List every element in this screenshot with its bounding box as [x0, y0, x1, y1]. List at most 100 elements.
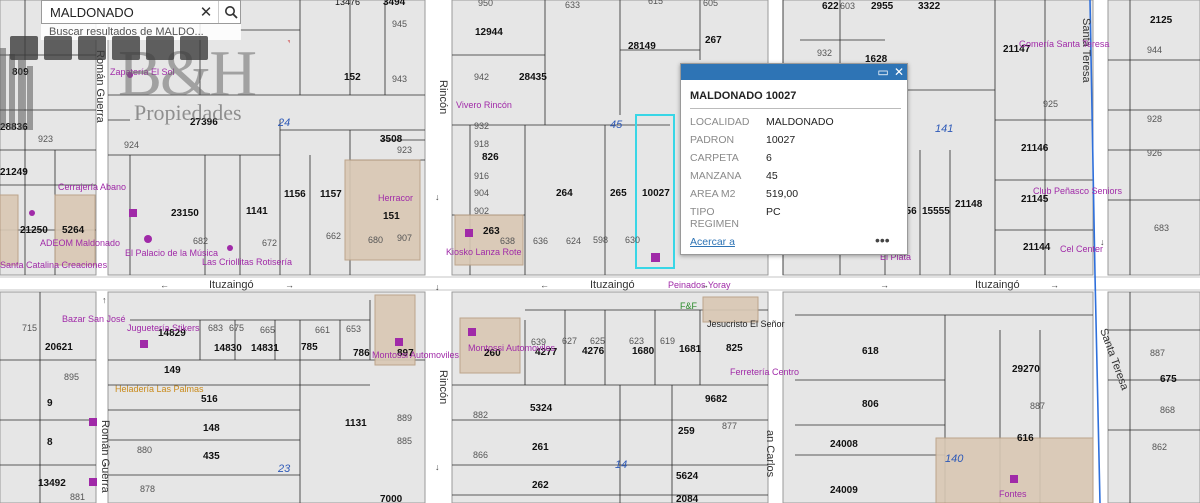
parcel-number: 786 [353, 348, 370, 359]
parcel-number: 715 [22, 323, 37, 333]
parcel-number: 5624 [676, 471, 699, 482]
parcel-number: 152 [344, 72, 361, 83]
basemap-tool-icon[interactable] [180, 36, 208, 60]
block-number: 45 [610, 119, 623, 131]
search-input[interactable] [42, 1, 208, 23]
parcel-number: 923 [38, 134, 53, 144]
parcel-number: 907 [397, 233, 412, 243]
svg-text:↓: ↓ [435, 192, 440, 202]
street-label-san-carlos: an Carlos [764, 430, 776, 478]
parcel-number: 603 [840, 1, 855, 11]
attribute-row: PADRON 10027 [690, 134, 796, 146]
parcel-number: 638 [500, 236, 515, 246]
svg-text:←: ← [540, 280, 549, 290]
parcel-number: 932 [474, 121, 489, 131]
popup-header-bar: ▭ ✕ [681, 64, 907, 80]
poi-label: Santa Catalina Creaciones [0, 260, 108, 270]
parcel-number: 653 [346, 324, 361, 334]
parcel-number: 615 [648, 0, 663, 6]
more-options-icon[interactable]: ••• [875, 232, 890, 248]
parcel-number: 683 [1154, 223, 1169, 233]
parcel-number: 21148 [955, 199, 983, 210]
parcel-number: 1680 [632, 346, 655, 357]
parcel-number: 605 [703, 0, 718, 8]
parcel-number: 672 [262, 238, 277, 248]
layers-tool-icon[interactable] [10, 36, 38, 60]
parcel-number: 7000 [380, 494, 403, 503]
parcel-number: 878 [140, 484, 155, 494]
parcel-number: 9 [47, 398, 53, 409]
poi-label: Bazar San José [62, 314, 126, 324]
parcel-map[interactable]: Ituzaingó Ituzaingó Ituzaingó Rincón Rin… [0, 0, 1200, 503]
parcel-number: 618 [862, 346, 879, 357]
parcel-number: 636 [533, 236, 548, 246]
draw-tool-icon[interactable] [78, 36, 106, 60]
popup-divider [690, 108, 901, 109]
parcel-number: 887 [1150, 348, 1165, 358]
svg-text:→: → [700, 280, 709, 290]
svg-text:↓: ↓ [1100, 237, 1105, 247]
parcel-number: 3494 [383, 0, 406, 8]
street-label-ituzaingo-2: Ituzaingó [590, 279, 635, 291]
map-toolbar [10, 36, 215, 62]
parcel-number: 2125 [1150, 15, 1173, 26]
search-box: ✕ [41, 0, 241, 24]
street-label-rincon-2: Rincón [437, 370, 449, 404]
parcel-number: 4276 [582, 346, 605, 357]
parcel-number: 661 [315, 325, 330, 335]
parcel-number: 13476 [335, 0, 360, 7]
parcel-number: 28836 [0, 122, 28, 133]
parcel-number: 21144 [1023, 242, 1051, 253]
parcel-number: 627 [562, 336, 577, 346]
pin-icon [29, 210, 35, 216]
street-label-santa-teresa-1: Santa Teresa [1080, 18, 1092, 84]
poi-label: Heladería Las Palmas [115, 384, 204, 394]
parcel-number: 918 [474, 139, 489, 149]
shop-icon [651, 253, 660, 262]
close-icon[interactable]: ✕ [893, 66, 905, 78]
parcel-number: 665 [260, 325, 275, 335]
parcel-number: 825 [726, 343, 743, 354]
poi-label: Las Criollitas Rotisería [202, 257, 292, 267]
clear-search-icon[interactable]: ✕ [195, 1, 217, 23]
shop-icon [465, 229, 473, 237]
parcel-number: 624 [566, 236, 581, 246]
parcel-number: 916 [474, 171, 489, 181]
svg-text:←: ← [160, 280, 169, 290]
popup-title: MALDONADO 10027 [690, 90, 797, 102]
maximize-icon[interactable]: ▭ [877, 66, 889, 78]
block-number: 14 [615, 459, 627, 471]
parcel-number: 806 [862, 399, 879, 410]
parcel-number: 21249 [0, 167, 28, 178]
svg-text:→: → [285, 280, 294, 290]
share-tool-icon[interactable] [146, 36, 174, 60]
parcel-number: 10027 [642, 188, 670, 199]
search-button[interactable] [218, 1, 242, 23]
parcel-number: 1131 [345, 418, 367, 429]
print-tool-icon[interactable] [112, 36, 140, 60]
poi-label: Herracor [378, 193, 413, 203]
zoom-to-link[interactable]: Acercar a [690, 236, 735, 248]
parcel-number: 877 [722, 421, 737, 431]
parcel-number: 29270 [1012, 364, 1040, 375]
attribute-row: LOCALIDAD MALDONADO [690, 116, 834, 128]
shop-icon [89, 478, 97, 486]
measure-tool-icon[interactable] [44, 36, 72, 60]
shop-icon [140, 340, 148, 348]
parcel-number: 21146 [1021, 143, 1049, 154]
parcel-number: 895 [64, 372, 79, 382]
poi-label: Club Peñasco Seniors [1033, 186, 1123, 196]
parcel-number: 633 [565, 0, 580, 10]
parcel-number: 662 [326, 231, 341, 241]
parcel-number: 28435 [519, 72, 547, 83]
parcel-number: 868 [1160, 405, 1175, 415]
parcel-number: 826 [482, 152, 499, 163]
poi-label: Jesucristo El Señor [707, 319, 785, 329]
svg-text:↓: ↓ [102, 459, 107, 469]
parcel-number: 675 [1160, 374, 1177, 385]
parcel-number: 866 [473, 450, 488, 460]
parcel-number: 2084 [676, 494, 699, 503]
poi-label: Vivero Rincón [456, 100, 512, 110]
parcel-number: 1156 [284, 189, 306, 200]
svg-text:↓: ↓ [435, 282, 440, 292]
